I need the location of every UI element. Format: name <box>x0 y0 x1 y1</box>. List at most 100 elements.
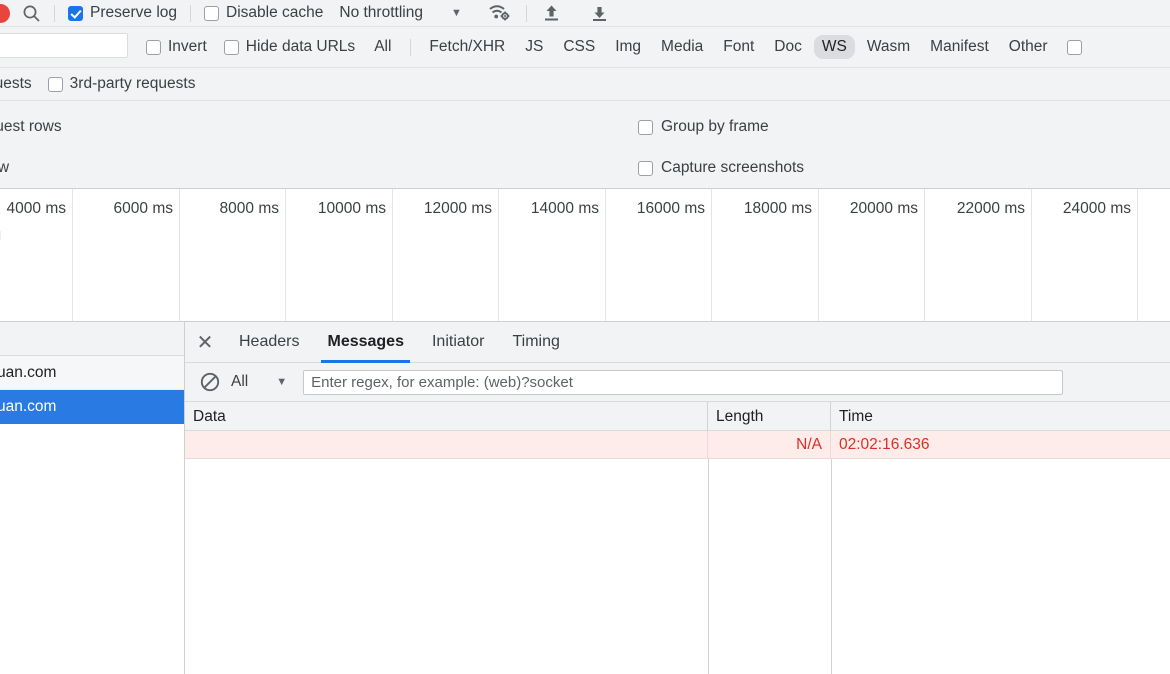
upload-arrow-icon[interactable] <box>542 4 561 23</box>
invert-label: Invert <box>168 38 207 55</box>
messages-grid-empty-area <box>185 459 1170 674</box>
disable-cache-label: Disable cache <box>226 4 324 21</box>
hide-data-urls-checkbox-box <box>223 39 239 55</box>
has-blocked-cookies-checkbox[interactable] <box>1066 39 1082 55</box>
timeline-tick-label: 14000 ms <box>530 200 599 217</box>
type-filter-doc[interactable]: Doc <box>766 35 810 59</box>
column-header-length[interactable]: Length <box>708 402 831 431</box>
tab-messages[interactable]: Messages <box>313 322 418 363</box>
request-row[interactable]: ngxuan.com <box>0 356 184 390</box>
toolbar-divider-3 <box>525 4 527 22</box>
block-clear-icon[interactable] <box>199 371 221 393</box>
timeline-tick: 12000 ms <box>393 189 499 321</box>
show-overview-option[interactable]: view <box>0 159 9 177</box>
request-list[interactable]: ngxuan.com ngxuan.com <box>0 322 185 674</box>
timeline-tick: 10000 ms <box>286 189 393 321</box>
type-filter-all[interactable]: All <box>366 35 399 59</box>
column-header-data[interactable]: Data <box>185 402 708 431</box>
big-request-rows-label: equest rows <box>0 118 62 135</box>
hide-data-urls-label: Hide data URLs <box>245 38 356 55</box>
timeline-tick: 14000 ms <box>499 189 606 321</box>
timeline-tick-mark <box>0 231 1 240</box>
preserve-log-checkbox[interactable]: Preserve log <box>68 4 177 22</box>
message-regex-input[interactable] <box>303 369 1063 395</box>
type-filter-css[interactable]: CSS <box>555 35 603 59</box>
request-name: ngxuan.com <box>0 397 57 415</box>
message-time: 02:02:16.636 <box>839 436 930 453</box>
third-party-requests-checkbox[interactable]: 3rd-party requests <box>47 75 196 93</box>
disable-cache-checkbox-box <box>204 5 220 21</box>
messages-grid: Data Length Time N/A 02:02:16.636 <box>185 402 1170 674</box>
group-by-frame-checkbox[interactable]: Group by frame <box>638 118 769 136</box>
record-circle-icon[interactable] <box>0 4 10 23</box>
tab-headers[interactable]: Headers <box>225 322 313 363</box>
timeline-tick-label: 16000 ms <box>636 200 705 217</box>
request-name: ngxuan.com <box>0 363 57 381</box>
message-length: N/A <box>708 431 831 459</box>
request-list-header <box>0 322 184 356</box>
chevron-down-icon[interactable]: ▼ <box>451 7 462 19</box>
timeline-tick: 26000 ms <box>1138 189 1170 321</box>
invert-checkbox[interactable]: Invert <box>146 38 207 56</box>
type-filter-ws[interactable]: WS <box>813 35 855 59</box>
preserve-log-checkbox-box <box>68 5 83 21</box>
timeline-tick-label: 10000 ms <box>317 200 386 217</box>
toolbar-divider-1 <box>54 4 55 22</box>
message-data <box>185 431 708 459</box>
timeline-tick: 24000 ms <box>1032 189 1138 321</box>
search-icon[interactable] <box>22 4 41 23</box>
chevron-down-icon[interactable]: ▼ <box>276 376 287 388</box>
timeline-tick-label: 24000 ms <box>1062 200 1131 217</box>
blocked-requests-toolbar: quests 3rd-party requests <box>0 68 1170 101</box>
type-filter-img[interactable]: Img <box>607 35 649 59</box>
tab-timing[interactable]: Timing <box>498 322 573 363</box>
network-overview-timeline[interactable]: 4000 ms 6000 ms 8000 ms 10000 ms 12000 m… <box>0 189 1170 322</box>
timeline-tick: 6000 ms <box>73 189 180 321</box>
type-filter-media[interactable]: Media <box>653 35 711 59</box>
type-filter-fetch-xhr[interactable]: Fetch/XHR <box>421 35 513 59</box>
devtools-network-panel: Preserve log Disable cache No throttling… <box>0 0 1170 674</box>
download-arrow-icon[interactable] <box>590 4 609 23</box>
message-type-select[interactable]: All <box>231 373 248 391</box>
big-request-rows-option[interactable]: equest rows <box>0 118 62 136</box>
capture-screenshots-label: Capture screenshots <box>661 159 805 176</box>
timeline-tick: 4000 ms <box>0 189 73 321</box>
type-filter-wasm[interactable]: Wasm <box>859 35 918 59</box>
throttling-select-label[interactable]: No throttling <box>339 4 423 22</box>
column-header-time[interactable]: Time <box>831 402 1170 431</box>
wifi-gear-icon[interactable] <box>488 3 512 23</box>
show-overview-label: view <box>0 159 10 176</box>
timeline-tick: 22000 ms <box>925 189 1032 321</box>
third-party-requests-label: 3rd-party requests <box>69 75 196 92</box>
column-divider <box>708 459 709 674</box>
invert-checkbox-box <box>146 39 161 55</box>
close-icon[interactable]: ✕ <box>185 322 225 363</box>
third-party-requests-checkbox-box <box>47 76 63 92</box>
filter-toolbar: Invert Hide data URLs All Fetch/XHR JS C… <box>0 27 1170 68</box>
type-filter-font[interactable]: Font <box>715 35 762 59</box>
filter-input[interactable] <box>0 33 128 58</box>
request-row[interactable]: ngxuan.com <box>0 390 184 424</box>
timeline-tick: 8000 ms <box>180 189 286 321</box>
timeline-tick-label: 6000 ms <box>113 200 173 217</box>
timeline-tick: 16000 ms <box>606 189 712 321</box>
detail-tabbar: ✕ Headers Messages Initiator Timing <box>185 322 1170 363</box>
disable-cache-checkbox[interactable]: Disable cache <box>204 4 323 22</box>
group-by-frame-label: Group by frame <box>661 118 769 135</box>
message-row[interactable]: N/A 02:02:16.636 <box>185 431 1170 459</box>
network-toolbar: Preserve log Disable cache No throttling… <box>0 0 1170 27</box>
group-by-frame-checkbox-box <box>638 119 653 135</box>
type-filter-manifest[interactable]: Manifest <box>922 35 997 59</box>
timeline-tick-label: 22000 ms <box>956 200 1025 217</box>
column-divider <box>831 459 832 674</box>
request-detail-pane: ✕ Headers Messages Initiator Timing All … <box>185 322 1170 674</box>
hide-data-urls-checkbox[interactable]: Hide data URLs <box>223 38 356 56</box>
tab-initiator[interactable]: Initiator <box>418 322 498 363</box>
type-filter-js[interactable]: JS <box>517 35 551 59</box>
network-settings-pane: equest rows view Group by frame Capture … <box>0 101 1170 189</box>
capture-screenshots-checkbox-box <box>638 160 653 176</box>
timeline-tick: 18000 ms <box>712 189 819 321</box>
type-filter-other[interactable]: Other <box>1001 35 1056 59</box>
capture-screenshots-checkbox[interactable]: Capture screenshots <box>638 159 804 177</box>
timeline-tick-label: 8000 ms <box>219 200 279 217</box>
